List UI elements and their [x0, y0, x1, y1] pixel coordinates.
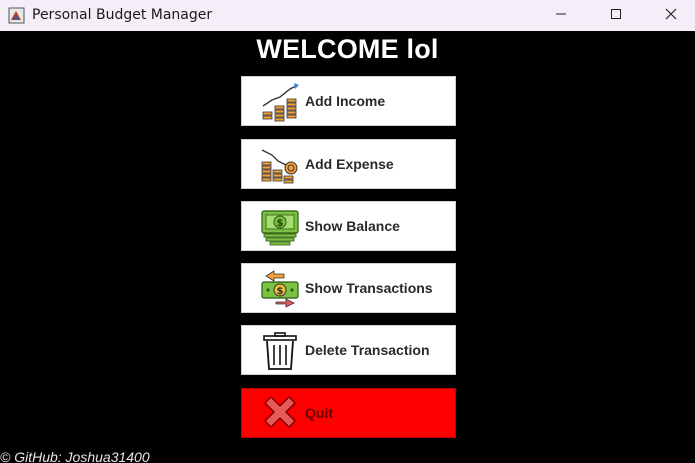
add-income-button[interactable]: Add Income — [241, 76, 456, 126]
github-credit: © GitHub: Joshua31400 — [0, 449, 150, 463]
welcome-heading: WELCOME lol — [256, 34, 439, 64]
red-x-icon — [260, 394, 300, 434]
minimize-button[interactable] — [538, 0, 584, 31]
show-balance-button[interactable]: $ Show Balance — [241, 201, 456, 251]
maximize-icon — [610, 7, 622, 25]
trash-can-icon — [260, 331, 300, 371]
show-balance-label: Show Balance — [305, 218, 400, 234]
maximize-button[interactable] — [593, 0, 639, 31]
title-bar: Personal Budget Manager — [0, 0, 695, 31]
quit-button[interactable]: Quit — [241, 388, 456, 438]
close-icon — [665, 7, 677, 25]
main-panel: WELCOME lol Add Income Add Expense $ Sho… — [0, 31, 695, 463]
delete-transaction-button[interactable]: Delete Transaction — [241, 325, 456, 375]
close-button[interactable] — [648, 0, 694, 31]
add-expense-button[interactable]: Add Expense — [241, 139, 456, 189]
cash-stack-icon: $ — [260, 207, 300, 247]
show-transactions-button[interactable]: $ Show Transactions — [241, 263, 456, 313]
expense-coins-icon — [260, 145, 300, 185]
income-growth-icon — [260, 82, 300, 122]
minimize-icon — [555, 7, 567, 25]
delete-transaction-label: Delete Transaction — [305, 342, 430, 358]
svg-text:$: $ — [277, 286, 284, 297]
svg-text:$: $ — [277, 218, 284, 229]
money-exchange-icon: $ — [260, 269, 300, 309]
add-expense-label: Add Expense — [305, 156, 394, 172]
add-income-label: Add Income — [305, 93, 386, 109]
java-app-icon — [8, 7, 25, 24]
window-title: Personal Budget Manager — [32, 7, 213, 23]
quit-label: Quit — [305, 405, 333, 421]
show-transactions-label: Show Transactions — [305, 280, 433, 296]
